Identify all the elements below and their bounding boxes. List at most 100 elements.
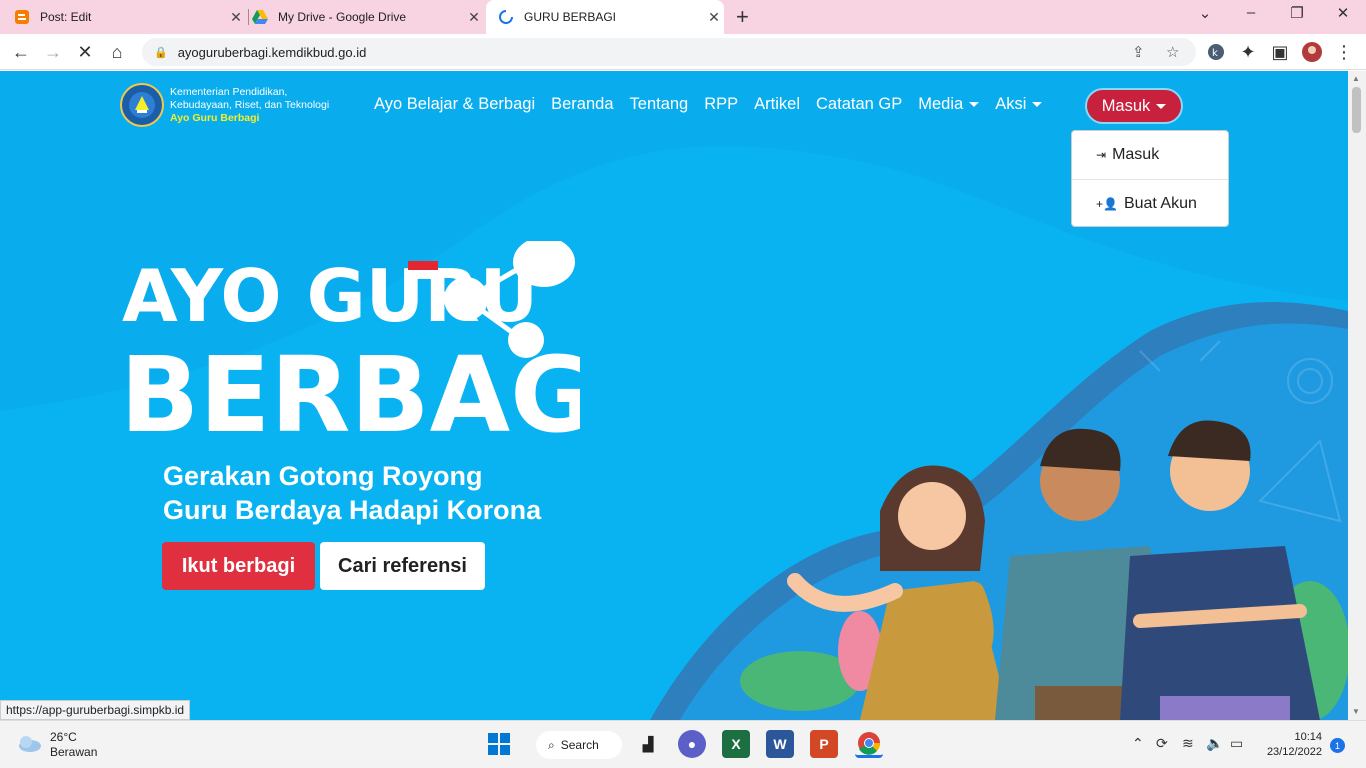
extension-k-icon[interactable]: k bbox=[1205, 41, 1227, 63]
sign-in-icon: ⇥ bbox=[1096, 148, 1107, 162]
login-button-label: Masuk bbox=[1101, 96, 1151, 115]
caret-down-icon bbox=[1032, 102, 1043, 108]
restore-icon[interactable]: ❐ bbox=[1274, 4, 1320, 22]
scroll-up-icon[interactable]: ▲ bbox=[1352, 74, 1360, 83]
nav-tentang[interactable]: Tentang bbox=[630, 95, 689, 114]
browser-toolbar: ← → ✕ ⌂ 🔒 ayoguruberbagi.kemdikbud.go.id… bbox=[0, 34, 1366, 70]
indonesia-flag-icon bbox=[408, 261, 438, 279]
search-icon: ⌕ bbox=[548, 737, 555, 752]
close-tab-icon[interactable]: ✕ bbox=[226, 9, 246, 26]
word-icon[interactable]: W bbox=[766, 730, 794, 758]
svg-text:k: k bbox=[1212, 48, 1218, 59]
nav-media[interactable]: Media bbox=[918, 95, 980, 114]
notification-badge[interactable]: 1 bbox=[1330, 738, 1345, 753]
nav-ayo-belajar[interactable]: Ayo Belajar & Berbagi bbox=[374, 95, 535, 114]
dropdown-item-label: Buat Akun bbox=[1123, 195, 1197, 212]
excel-icon[interactable]: X bbox=[722, 730, 750, 758]
page-scrollbar[interactable]: ▲ ▼ bbox=[1348, 71, 1366, 720]
profile-avatar-icon[interactable] bbox=[1301, 41, 1323, 63]
tab-title: My Drive - Google Drive bbox=[278, 10, 407, 24]
forward-icon[interactable]: → bbox=[42, 41, 64, 63]
side-panel-icon[interactable]: ▣ bbox=[1269, 41, 1291, 63]
minimize-icon[interactable]: – bbox=[1228, 4, 1274, 21]
ikut-berbagi-button[interactable]: Ikut berbagi bbox=[162, 542, 315, 590]
tut-wuri-handayani-emblem-icon bbox=[120, 83, 164, 127]
main-nav: Ayo Belajar & Berbagi Beranda Tentang RP… bbox=[374, 95, 1058, 114]
menu-dots-icon[interactable]: ⋮ bbox=[1333, 41, 1355, 63]
kemdikbud-logo[interactable]: Kementerian Pendidikan, Kebudayaan, Rise… bbox=[120, 83, 329, 127]
bookmark-star-icon[interactable]: ☆ bbox=[1166, 43, 1179, 61]
share-icon[interactable]: ⇪ bbox=[1132, 43, 1145, 61]
powerpoint-icon[interactable]: P bbox=[810, 730, 838, 758]
close-tab-icon[interactable]: ✕ bbox=[704, 9, 724, 26]
hero-tagline: Gerakan Gotong Royong Guru Berdaya Hadap… bbox=[163, 459, 541, 527]
address-bar[interactable]: 🔒 ayoguruberbagi.kemdikbud.go.id ⇪ ☆ bbox=[142, 38, 1196, 66]
caret-down-icon bbox=[1156, 103, 1167, 109]
volume-icon[interactable]: 🔈 bbox=[1206, 735, 1223, 752]
clock-date: 23/12/2022 bbox=[1266, 746, 1322, 758]
logo-line-3: Ayo Guru Berbagi bbox=[170, 111, 260, 124]
tray-chevron-up-icon[interactable]: ⌃ bbox=[1132, 735, 1144, 752]
teams-chat-icon[interactable]: ● bbox=[678, 730, 706, 758]
tab-google-drive[interactable]: My Drive - Google Drive ✕ bbox=[252, 0, 484, 34]
tab-search-chevron-icon[interactable]: ⌄ bbox=[1182, 4, 1228, 22]
home-icon[interactable]: ⌂ bbox=[106, 41, 128, 63]
windows-start-icon[interactable] bbox=[485, 730, 513, 758]
nav-aksi[interactable]: Aksi bbox=[995, 95, 1043, 114]
scroll-down-icon[interactable]: ▼ bbox=[1352, 707, 1360, 716]
login-dropdown-button[interactable]: Masuk bbox=[1085, 88, 1183, 124]
wifi-icon[interactable]: ≋ bbox=[1182, 735, 1194, 752]
weather-temp: 26°C bbox=[50, 730, 77, 744]
dropdown-item-masuk[interactable]: ⇥ Masuk bbox=[1072, 131, 1228, 179]
tab-title: Post: Edit bbox=[40, 10, 92, 24]
windows-taskbar: 26°C Berawan ⌕ Search ▟ ● X W P ⌃ ⟳ ≋ 🔈 … bbox=[0, 720, 1366, 768]
weather-widget[interactable]: 26°C Berawan bbox=[16, 730, 97, 760]
tab-guru-berbagi[interactable]: GURU BERBAGI ✕ bbox=[486, 0, 724, 34]
nav-beranda[interactable]: Beranda bbox=[551, 95, 613, 114]
status-bar-url: https://app-guruberbagi.simpkb.id bbox=[0, 700, 191, 720]
close-window-icon[interactable]: ✕ bbox=[1320, 4, 1366, 22]
battery-icon[interactable]: ▭ bbox=[1230, 735, 1243, 752]
chrome-icon[interactable] bbox=[855, 730, 883, 758]
sweater-man-figure bbox=[1120, 420, 1320, 720]
dropdown-item-label: Masuk bbox=[1112, 146, 1160, 163]
tagline-line-2: Guru Berdaya Hadapi Korona bbox=[163, 495, 542, 525]
logo-line-1: Kementerian Pendidikan, bbox=[170, 85, 288, 98]
taskbar-search[interactable]: ⌕ Search bbox=[536, 731, 622, 759]
tab-post-edit[interactable]: Post: Edit ✕ bbox=[14, 0, 246, 34]
cloud-icon bbox=[16, 733, 42, 758]
nav-artikel[interactable]: Artikel bbox=[754, 95, 800, 114]
new-tab-icon[interactable]: + bbox=[736, 4, 749, 30]
hero-title-art: AYO GURU BERBAGI bbox=[120, 237, 634, 456]
login-dropdown-menu: ⇥ Masuk +👤 Buat Akun bbox=[1071, 130, 1229, 227]
extensions-puzzle-icon[interactable]: ✦ bbox=[1237, 41, 1259, 63]
weather-desc: Berawan bbox=[50, 745, 98, 759]
stop-loading-icon[interactable]: ✕ bbox=[74, 41, 96, 63]
tab-strip: Post: Edit ✕ My Drive - Google Drive ✕ G… bbox=[0, 0, 1366, 34]
loading-spinner-icon bbox=[498, 9, 514, 25]
page-content: Kementerian Pendidikan, Kebudayaan, Rise… bbox=[0, 71, 1348, 720]
tab-title: GURU BERBAGI bbox=[524, 10, 617, 24]
nav-catatan-gp[interactable]: Catatan GP bbox=[816, 95, 902, 114]
search-label: Search bbox=[560, 738, 599, 752]
dropdown-item-buat-akun[interactable]: +👤 Buat Akun bbox=[1072, 180, 1228, 228]
nav-media-label: Media bbox=[918, 95, 964, 113]
task-view-icon[interactable]: ▟ bbox=[634, 730, 662, 758]
sync-icon[interactable]: ⟳ bbox=[1156, 735, 1168, 752]
tagline-line-1: Gerakan Gotong Royong bbox=[163, 461, 483, 491]
nav-aksi-label: Aksi bbox=[995, 95, 1027, 113]
nav-rpp[interactable]: RPP bbox=[704, 95, 738, 114]
taskbar-clock[interactable]: 10:14 23/12/2022 bbox=[1260, 730, 1322, 760]
teachers-illustration bbox=[740, 340, 1348, 720]
google-drive-icon bbox=[252, 9, 268, 25]
address-url: ayoguruberbagi.kemdikbud.go.id bbox=[177, 44, 367, 60]
scrollbar-thumb[interactable] bbox=[1352, 87, 1361, 133]
cari-referensi-button[interactable]: Cari referensi bbox=[320, 542, 485, 590]
back-icon[interactable]: ← bbox=[10, 41, 32, 63]
close-tab-icon[interactable]: ✕ bbox=[464, 9, 484, 26]
user-plus-icon: +👤 bbox=[1096, 197, 1118, 211]
tab-divider bbox=[248, 9, 249, 25]
clock-time: 10:14 bbox=[1294, 731, 1322, 743]
lock-icon: 🔒 bbox=[154, 46, 168, 59]
caret-down-icon bbox=[969, 102, 980, 108]
